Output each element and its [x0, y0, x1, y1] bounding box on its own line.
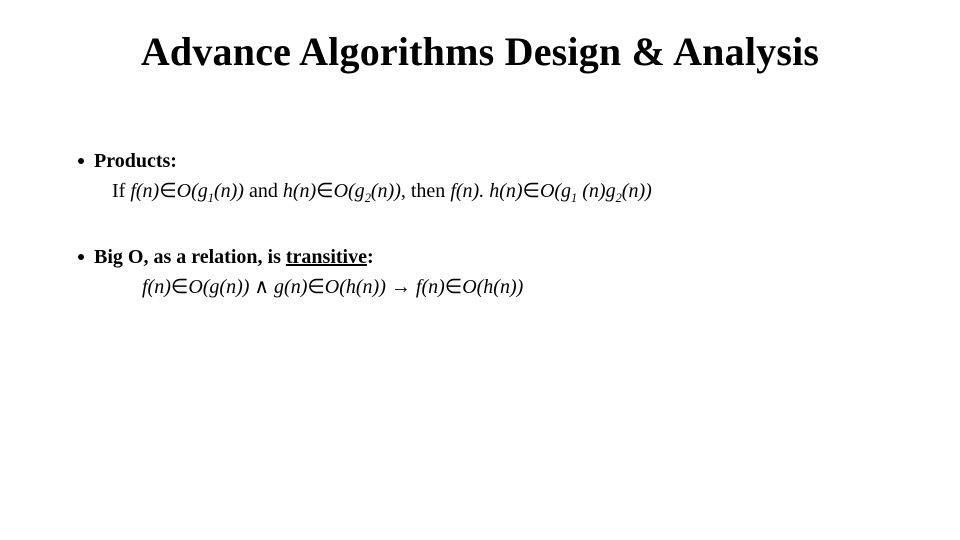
slide-body: Products: If f(n)∈O(g1(n)) and h(n)∈O(g2…: [78, 148, 898, 302]
t: O(g: [540, 180, 571, 202]
t: (n)): [371, 180, 401, 202]
bullet-dot-icon: [78, 158, 84, 164]
t: (n)): [622, 180, 652, 202]
t: and: [244, 180, 283, 202]
bullet-dot-icon: [78, 254, 84, 260]
t: O(g: [334, 180, 365, 202]
implies-icon: →: [386, 276, 416, 298]
t: Big O, as a relation, is: [94, 246, 286, 268]
spacer: [78, 208, 898, 244]
t: O(g(n)): [188, 276, 249, 298]
t: f(n): [142, 276, 171, 298]
t: f(n). h(n): [450, 180, 522, 202]
t: transitive: [286, 246, 367, 268]
products-rule: If f(n)∈O(g1(n)) and h(n)∈O(g2(n)), then…: [112, 178, 898, 206]
bullet-transitive-label: Big O, as a relation, is transitive:: [94, 244, 374, 270]
t: O(h(n)): [462, 276, 523, 298]
element-of-icon: ∈: [159, 180, 176, 202]
t: h(n): [283, 180, 316, 202]
t: f(n): [130, 180, 159, 202]
slide: Advance Algorithms Design & Analysis Pro…: [0, 0, 960, 540]
t: (n)g: [577, 180, 615, 202]
element-of-icon: ∈: [523, 180, 540, 202]
element-of-icon: ∈: [171, 276, 188, 298]
t: :: [367, 246, 374, 268]
t: O(h(n)): [325, 276, 386, 298]
t: If: [112, 180, 130, 202]
t: , then: [401, 180, 450, 202]
t: g(n): [274, 276, 307, 298]
element-of-icon: ∈: [307, 276, 324, 298]
t: (n)): [214, 180, 244, 202]
bullet-products-label: Products:: [94, 148, 177, 174]
slide-title: Advance Algorithms Design & Analysis: [0, 28, 960, 75]
and-icon: ∧: [249, 276, 274, 298]
t: O(g: [177, 180, 208, 202]
element-of-icon: ∈: [316, 180, 333, 202]
transitive-rule: f(n)∈O(g(n)) ∧ g(n)∈O(h(n)) → f(n)∈O(h(n…: [142, 274, 898, 300]
bullet-products: Products:: [78, 148, 898, 174]
element-of-icon: ∈: [445, 276, 462, 298]
bullet-transitive: Big O, as a relation, is transitive:: [78, 244, 898, 270]
t: f(n): [416, 276, 445, 298]
